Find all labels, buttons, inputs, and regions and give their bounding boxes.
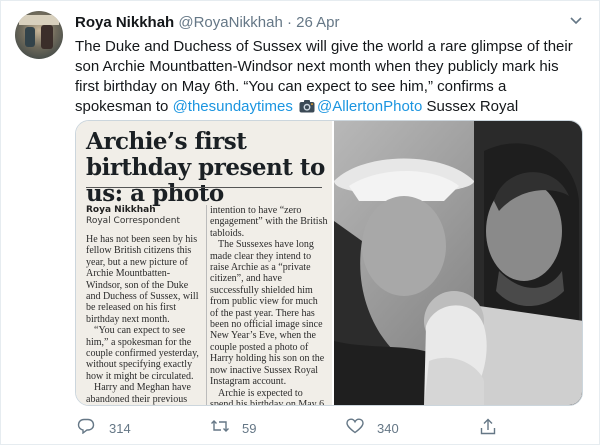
tweet-header: Roya Nikkhah @RoyaNikkhah · 26 Apr <box>75 14 559 34</box>
paragraph: Harry and Meghan have abandoned their pr… <box>86 382 191 405</box>
column-divider <box>206 205 207 405</box>
like-count: 340 <box>377 420 399 436</box>
article-role: Royal Correspondent <box>86 216 181 226</box>
article-headline: Archie’s first birthday present to us: a… <box>86 128 325 207</box>
family-photo[interactable] <box>334 121 582 405</box>
media-container[interactable]: Archie’s first birthday present to us: a… <box>75 120 583 406</box>
camera-icon <box>299 99 315 113</box>
separator: · <box>286 14 292 31</box>
author-name[interactable]: Roya Nikkhah <box>75 14 174 31</box>
article-column-1: He has not been seen by his fellow Briti… <box>86 234 204 405</box>
retweet-count: 59 <box>242 420 257 436</box>
article-column-2: intention to have “zero engagement” with… <box>210 205 328 406</box>
reply-button[interactable]: 314 <box>77 418 131 439</box>
author-handle[interactable]: @RoyaNikkhah <box>178 14 282 31</box>
tweet-text: The Duke and Duchess of Sussex will give… <box>75 37 575 117</box>
share-icon <box>479 418 497 440</box>
heart-icon <box>346 417 364 439</box>
headline-rule <box>86 187 322 188</box>
mention-thesundaytimes[interactable]: @thesundaytimes <box>173 98 293 115</box>
paragraph: He has not been seen by his fellow Briti… <box>86 234 199 325</box>
avatar[interactable] <box>15 11 63 59</box>
chevron-down-icon[interactable] <box>567 13 585 31</box>
share-button[interactable] <box>479 418 497 436</box>
retweet-icon <box>210 418 230 439</box>
reply-count: 314 <box>109 420 131 436</box>
newspaper-clipping[interactable]: Archie’s first birthday present to us: a… <box>76 121 332 406</box>
tweet-tail: Sussex Royal <box>422 98 519 115</box>
mention-allertonphoto[interactable]: @AllertonPhoto <box>317 98 422 115</box>
paragraph: intention to have “zero engagement” with… <box>210 205 328 239</box>
like-button[interactable]: 340 <box>346 417 399 439</box>
retweet-button[interactable]: 59 <box>210 419 256 437</box>
reply-icon <box>77 418 95 439</box>
paragraph: Archie is expected to spend his birthday… <box>210 387 325 406</box>
article-byline: Roya Nikkhah <box>86 205 156 215</box>
tweet-date[interactable]: 26 Apr <box>296 14 339 31</box>
paragraph: “You can expect to see him,” a spokesman… <box>86 325 199 382</box>
tweet-card[interactable]: Roya Nikkhah @RoyaNikkhah · 26 Apr The D… <box>0 0 600 445</box>
paragraph: The Sussexes have long made clear they i… <box>210 239 325 388</box>
